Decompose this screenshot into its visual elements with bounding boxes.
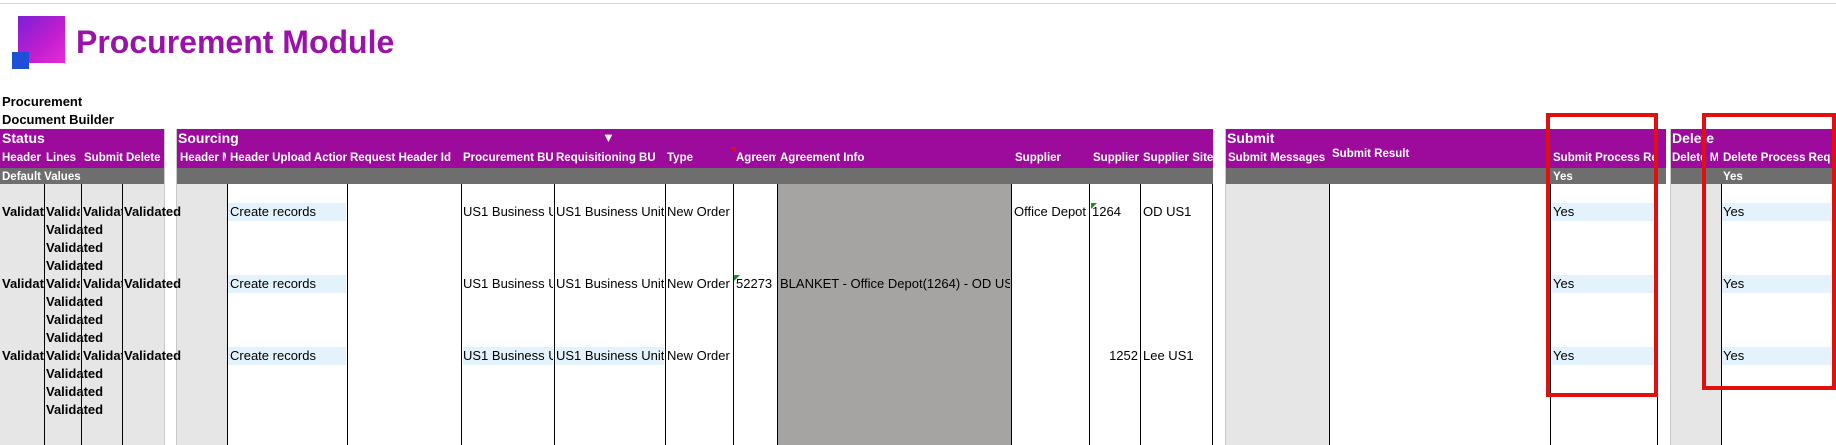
row1-procurement-bu[interactable]: US1 Business Unit <box>463 203 553 221</box>
cell-note-indicator <box>1091 203 1097 209</box>
col-submit-result[interactable]: Submit Result <box>1332 146 1542 162</box>
row1-status-delete[interactable]: Validated <box>124 203 184 221</box>
column-divider <box>1212 184 1213 445</box>
row3-line2-status[interactable]: Validated <box>46 365 103 383</box>
submit-messages-column-fill <box>1225 184 1329 445</box>
submit-process-req-annotation-box <box>1546 113 1658 397</box>
column-divider <box>1140 184 1141 445</box>
column-divider <box>1225 129 1226 445</box>
column-divider <box>554 184 555 445</box>
column-divider <box>1011 184 1012 445</box>
row2-requisitioning-bu[interactable]: US1 Business Unit <box>556 275 664 293</box>
column-divider <box>665 184 666 445</box>
default-values-label: Default Values <box>2 171 81 183</box>
row3-procurement-bu[interactable]: US1 Business Unit <box>463 347 553 365</box>
row1-supplier-number[interactable]: 1264 <box>1092 203 1139 221</box>
row1-supplier[interactable]: Office Depot <box>1014 203 1089 221</box>
col-header-m[interactable]: Header M <box>180 150 226 166</box>
row2-procurement-bu[interactable]: US1 Business Unit <box>463 275 553 293</box>
row3-type[interactable]: New Order <box>667 347 733 365</box>
default-values-band-sourcing <box>176 168 1213 184</box>
status-section-title: Status <box>2 130 45 146</box>
app-logo-icon <box>12 16 65 69</box>
row2-line3-status[interactable]: Validated <box>46 311 103 329</box>
row1-header-upload-action[interactable]: Create records <box>230 203 346 221</box>
col-procurement-bu[interactable]: Procurement BU <box>463 150 553 166</box>
col-submit-messages[interactable]: Submit Messages <box>1228 150 1326 166</box>
col-status-header[interactable]: Header <box>2 150 44 166</box>
agreement-info-column-fill <box>778 184 1011 445</box>
row1-supplier-site[interactable]: OD US1 <box>1143 203 1211 221</box>
header-m-column-fill <box>176 184 227 445</box>
col-supplier-site[interactable]: Supplier Site <box>1143 150 1213 166</box>
column-divider <box>733 184 734 445</box>
app-title: Procurement Module <box>76 24 395 60</box>
cell-note-indicator <box>734 275 740 281</box>
subtitle-document-builder: Document Builder <box>2 112 114 127</box>
column-divider <box>1089 184 1090 445</box>
row2-agreement[interactable]: 52273 <box>736 275 777 293</box>
column-divider <box>227 184 228 445</box>
row2-line2-status[interactable]: Validated <box>46 293 103 311</box>
row1-line4-status[interactable]: Validated <box>46 257 103 275</box>
sheet-top-gridline <box>0 0 1836 4</box>
row2-status-submit[interactable]: Validated <box>83 275 122 293</box>
col-status-delete[interactable]: Delete <box>126 150 164 166</box>
row2-agreement-info[interactable]: BLANKET - Office Depot(1264) - OD US1 <box>780 275 1010 293</box>
column-divider <box>461 184 462 445</box>
col-supplier[interactable]: Supplier <box>1015 150 1089 166</box>
row1-status-submit[interactable]: Validated <box>83 203 122 221</box>
column-divider <box>44 184 45 445</box>
row2-header-upload-action[interactable]: Create records <box>230 275 346 293</box>
col-status-lines[interactable]: Lines <box>46 150 80 166</box>
row2-status-delete[interactable]: Validated <box>124 275 184 293</box>
row3-status-submit[interactable]: Validated <box>83 347 122 365</box>
row3-supplier-site[interactable]: Lee US1 <box>1143 347 1211 365</box>
delete-process-req-annotation-box <box>1702 113 1836 390</box>
col-agreement[interactable]: Agreem <box>736 150 776 166</box>
row3-line3-status[interactable]: Validated <box>46 383 103 401</box>
row3-line4-status[interactable]: Validated <box>46 401 103 419</box>
row3-status-lines[interactable]: Validated <box>46 347 80 365</box>
col-agreement-info[interactable]: Agreement Info <box>780 150 1000 166</box>
row3-status-header[interactable]: Validated <box>2 347 44 365</box>
col-type[interactable]: Type <box>667 150 732 166</box>
col-requisitioning-bu[interactable]: Requisitioning BU <box>556 150 662 166</box>
row3-header-upload-action[interactable]: Create records <box>230 347 346 365</box>
row1-status-header[interactable]: Validated <box>2 203 44 221</box>
row1-line2-status[interactable]: Validated <box>46 221 103 239</box>
column-divider <box>1670 129 1671 445</box>
row1-line3-status[interactable]: Validated <box>46 239 103 257</box>
row1-status-lines[interactable]: Validated <box>46 203 80 221</box>
row3-status-delete[interactable]: Validated <box>124 347 184 365</box>
filter-dropdown-icon[interactable]: ▼ <box>602 130 615 145</box>
subtitle-procurement: Procurement <box>2 94 83 109</box>
column-divider <box>777 184 778 445</box>
row2-status-lines[interactable]: Validated <box>46 275 80 293</box>
row2-line4-status[interactable]: Validated <box>46 329 103 347</box>
row3-requisitioning-bu[interactable]: US1 Business Unit <box>556 347 664 365</box>
row1-requisitioning-bu[interactable]: US1 Business Unit <box>556 203 664 221</box>
sourcing-section-title: Sourcing <box>178 130 239 146</box>
column-divider <box>122 184 123 445</box>
comment-indicator <box>730 147 736 153</box>
row3-supplier-number[interactable]: 1252 <box>1092 347 1138 365</box>
row2-status-header[interactable]: Validated <box>2 275 44 293</box>
submit-section-title: Submit <box>1227 130 1275 146</box>
column-divider <box>347 184 348 445</box>
col-header-upload-action[interactable]: Header Upload Action <box>230 150 347 166</box>
col-status-submit[interactable]: Submit <box>84 150 124 166</box>
col-request-header-id[interactable]: Request Header Id <box>350 150 458 166</box>
row1-type[interactable]: New Order <box>667 203 733 221</box>
column-divider <box>1329 184 1330 445</box>
col-supplier-number[interactable]: Supplier <box>1093 150 1139 166</box>
row2-type[interactable]: New Order <box>667 275 733 293</box>
